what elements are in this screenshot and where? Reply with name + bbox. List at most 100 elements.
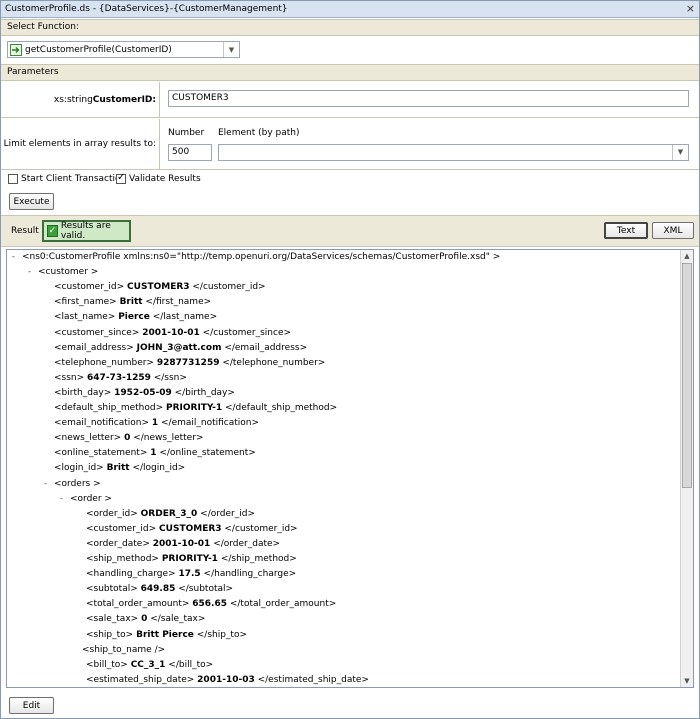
validate-results-checkbox[interactable] [116,172,126,184]
xml-value: 656.65 [192,599,227,610]
xml-tag-open: <last_name> [54,312,119,323]
xml-tag-open: <customer_id> [54,282,128,293]
xml-tree-line: <ship_to> Britt Pierce </ship_to> [86,629,247,641]
xml-tree-line: <handling_charge> 17.5 </handling_charge… [86,568,296,580]
limit-row: Limit elements in array results to: Numb… [1,119,699,170]
validate-results-option[interactable]: Validate Results [116,172,201,184]
xml-tag-close: </last_name> [149,312,218,323]
number-label: Number [168,128,205,138]
xml-tag-open: <birth_day> [54,387,115,398]
xml-tag-close: </email_notification> [158,418,260,429]
execute-button[interactable]: Execute [9,193,54,210]
window-title: CustomerProfile.ds - {DataServices}-{Cus… [5,4,288,14]
xml-tag-open: <total_order_amount> [86,599,193,610]
function-icon [10,43,22,56]
element-path-select[interactable]: ▼ [218,144,689,161]
collapse-toggle-icon[interactable]: - [60,494,63,503]
start-transaction-option[interactable]: Start Client Transaction [8,174,126,184]
customer-id-name: CustomerID: [92,94,156,105]
xml-value: Britt [106,463,130,474]
xml-tag-open: <subtotal> [86,584,141,595]
xml-tag-close: </first_name> [142,297,212,308]
xml-tree-line: <order_id> ORDER_3_0 </order_id> [86,508,255,520]
start-transaction-checkbox[interactable] [8,174,18,184]
xml-value: 1952-05-09 [114,387,172,398]
xml-value: CC_3_1 [130,659,166,670]
collapse-toggle-icon[interactable]: - [12,252,15,261]
xml-view-button[interactable]: XML [652,222,694,239]
window-titlebar: CustomerProfile.ds - {DataServices}-{Cus… [1,1,699,18]
chevron-down-icon[interactable]: ▼ [223,42,239,57]
edit-button[interactable]: Edit [9,697,54,714]
result-label: Result [11,226,39,236]
scroll-thumb[interactable] [682,263,692,488]
xml-tag-open: <ship_to_name /> [82,644,166,655]
xml-value: ORDER_3_0 [140,508,198,519]
customer-id-input[interactable]: CUSTOMER3 [168,90,689,107]
xml-tag-open: <online_statement> [54,448,151,459]
result-tree-panel[interactable]: - <ns0:CustomerProfile xmlns:ns0="http://… [6,249,694,688]
xml-value: 9287731259 [156,357,220,368]
xml-tag-open: <ns0:CustomerProfile xmlns:ns0="http://t… [22,252,501,262]
xml-tag-close: </order_id> [197,508,255,519]
xml-value: PRIORITY-1 [161,554,218,564]
xml-value: CUSTOMER3 [159,523,222,534]
xml-tag-close: </birth_day> [171,387,235,398]
scroll-down-icon[interactable]: ▼ [681,675,693,687]
xml-value: Britt Pierce [136,629,194,640]
xml-tag-close: </email_address> [221,342,308,353]
text-view-button[interactable]: Text [604,222,648,239]
xml-tag-close: </default_ship_method> [222,403,338,413]
close-icon[interactable]: × [686,3,695,14]
xml-tree-line: <email_notification> 1 </email_notificat… [54,417,259,429]
xml-tag-close: </news_letter> [130,433,204,444]
xml-value: Britt [119,297,143,308]
function-select[interactable]: getCustomerProfile(CustomerID) ▼ [7,41,240,58]
xml-tag-close: </estimated_ship_date> [254,674,369,685]
collapse-toggle-icon[interactable]: - [44,479,47,488]
customer-id-row: xs:string CustomerID: CUSTOMER3 [1,82,699,118]
status-badge: ✓ Results are valid. [42,220,131,242]
validate-results-label: Validate Results [129,174,201,184]
xml-tag-close: </handling_charge> [200,569,297,580]
xml-tag-open: <customer > [38,267,99,278]
xml-tag-close: </telephone_number> [219,357,326,368]
xml-tag-open: <email_address> [54,342,137,353]
customer-id-label: xs:string CustomerID: [1,82,160,117]
xml-tree-line: <bill_to> CC_3_1 </bill_to> [86,659,213,671]
xml-tag-open: <customer_id> [86,523,160,534]
xml-tag-open: <news_letter> [54,433,125,444]
collapse-toggle-icon[interactable]: - [28,267,31,276]
xml-tree-line: <estimated_ship_date> 2001-10-03 </estim… [86,674,369,686]
xml-tag-close: </ship_to> [193,629,248,640]
chevron-down-icon[interactable]: ▼ [672,145,688,160]
xml-tag-close: </order_date> [210,538,281,549]
number-input[interactable]: 500 [168,144,212,161]
limit-label: Limit elements in array results to: [1,119,160,169]
xml-tag-close: </customer_id> [221,523,298,534]
vertical-scrollbar[interactable]: ▲ ▼ [680,250,693,687]
xml-tree-line: <ship_method> PRIORITY-1 </ship_method> [86,553,297,565]
xml-value: 17.5 [178,569,201,580]
xml-tag-open: <default_ship_method> [54,403,166,413]
xml-tree-line: <ssn> 647-73-1259 </ssn> [54,372,187,384]
xml-tree-line: <total_order_amount> 656.65 </total_orde… [86,598,336,610]
xml-tree-line: <ns0:CustomerProfile xmlns:ns0="http://t… [22,251,500,263]
xml-tag-close: </subtotal> [175,584,234,595]
xml-tree-line: <default_ship_method> PRIORITY-1 </defau… [54,402,337,414]
xml-tag-open: <login_id> [54,463,107,474]
xml-tag-close: </bill_to> [165,659,214,670]
xml-tag-open: <telephone_number> [54,357,157,368]
xml-value: 2001-10-03 [197,674,255,685]
customer-id-type: xs:string [53,94,93,105]
xml-tag-open: <email_notification> [54,418,152,429]
start-transaction-label: Start Client Transaction [21,174,127,184]
xml-tag-open: <handling_charge> [86,569,179,580]
xml-tag-open: <estimated_ship_date> [86,674,198,685]
xml-tag-open: <orders > [54,478,101,489]
xml-tree-line: <email_address> JOHN_3@att.com </email_a… [54,342,307,354]
xml-tree-line: <orders > [54,478,101,490]
scroll-up-icon[interactable]: ▲ [681,250,693,262]
xml-tag-open: <customer_since> [54,327,143,338]
xml-tag-open: <bill_to> [86,659,131,670]
